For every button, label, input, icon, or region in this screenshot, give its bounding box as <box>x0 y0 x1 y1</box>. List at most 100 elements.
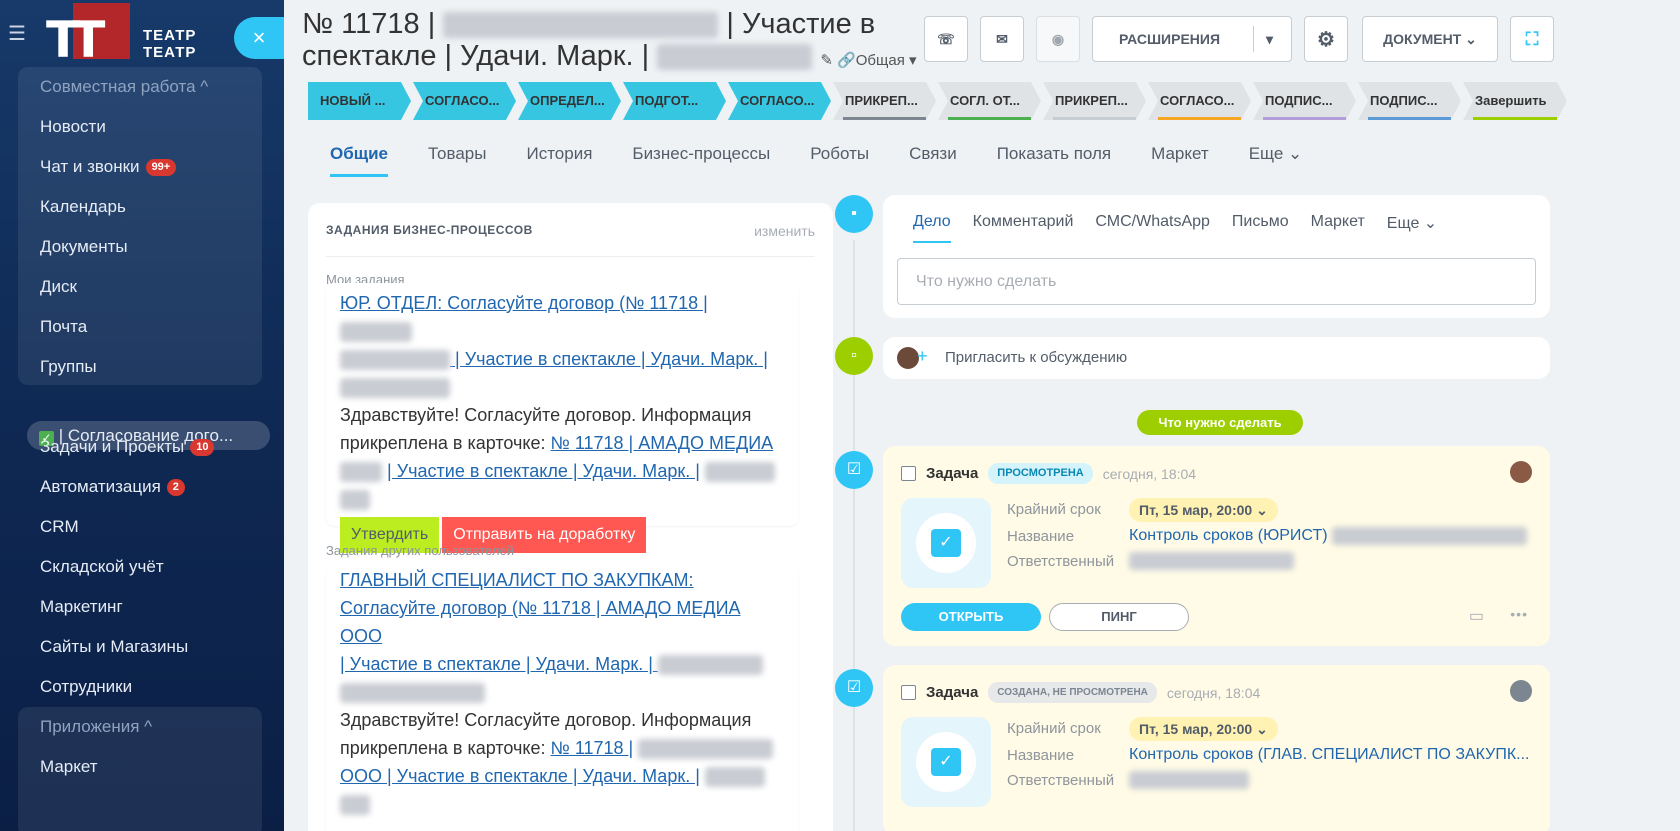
nav-news[interactable]: Новости <box>40 117 106 137</box>
nav-disk[interactable]: Диск <box>40 277 77 297</box>
todo-separator-pill: Что нужно сделать <box>1137 410 1303 435</box>
deal-link[interactable]: | Участие в спектакле | Удачи. Марк. | <box>387 461 700 481</box>
bp-edit-link[interactable]: изменить <box>754 223 815 239</box>
mail-button[interactable]: ✉ <box>980 16 1024 62</box>
activity-tab-email[interactable]: Письмо <box>1232 213 1289 243</box>
activity-tab-market[interactable]: Маркет <box>1311 213 1365 243</box>
stage-10[interactable]: ПОДПИС... <box>1253 82 1356 120</box>
nav-chat[interactable]: Чат и звонки 99+ <box>40 157 177 177</box>
activity-editor: Дело Комментарий СМС/WhatsApp Письмо Мар… <box>883 195 1550 318</box>
nav-automation-label: Автоматизация <box>40 477 161 496</box>
invite-discussion[interactable]: + Пригласить к обсуждению <box>883 337 1550 379</box>
responsible-value[interactable] <box>1129 771 1249 789</box>
stage-8[interactable]: ПРИКРЕП... <box>1043 82 1146 120</box>
document-button[interactable]: ДОКУМЕНТ ⌄ <box>1362 16 1498 62</box>
phone-button[interactable]: ☏ <box>924 16 968 62</box>
stage-6[interactable]: ПРИКРЕП... <box>833 82 936 120</box>
task-checkbox[interactable] <box>901 466 916 481</box>
tab-robots[interactable]: Роботы <box>810 144 869 177</box>
task-checkbox[interactable] <box>901 685 916 700</box>
deadline-value[interactable]: Пт, 15 мар, 20:00 ⌄ <box>1129 717 1278 741</box>
tab-history[interactable]: История <box>526 144 592 177</box>
activity-tabs: Дело Комментарий СМС/WhatsApp Письмо Мар… <box>913 213 1459 243</box>
avatar <box>897 347 919 369</box>
task-link-text: ЮР. ОТДЕЛ: Согласуйте договор (№ 11718 | <box>340 293 708 313</box>
stage-4[interactable]: ПОДГОТ... <box>623 82 726 120</box>
nav-sites[interactable]: Сайты и Магазины <box>40 637 188 657</box>
stage-1[interactable]: НОВЫЙ ... <box>308 82 411 120</box>
stage-7[interactable]: СОГЛ. ОТ... <box>938 82 1041 120</box>
task-thumbnail: ✓ <box>901 498 991 588</box>
task-card: Задача СОЗДАНА, НЕ ПРОСМОТРЕНА сегодня, … <box>883 665 1550 831</box>
more-icon[interactable]: ••• <box>1510 606 1528 622</box>
tab-market[interactable]: Маркет <box>1151 144 1209 177</box>
redacted <box>1129 771 1249 789</box>
title-tag[interactable]: ✎ 🔗Общая ▾ <box>820 52 916 69</box>
close-slider-button[interactable]: × <box>234 17 284 59</box>
responsible-value[interactable] <box>1129 552 1294 570</box>
redacted-amount <box>657 44 813 71</box>
activity-tab-comment[interactable]: Комментарий <box>973 213 1074 243</box>
redacted <box>340 350 450 371</box>
nav-documents[interactable]: Документы <box>40 237 128 257</box>
group-apps-title[interactable]: Приложения ^ <box>40 717 152 737</box>
task-name[interactable]: Контроль сроков (ЮРИСТ) <box>1129 527 1528 545</box>
stage-label: СОГЛАСО... <box>1160 93 1235 108</box>
stage-3[interactable]: ОПРЕДЕЛ... <box>518 82 621 120</box>
tab-general[interactable]: Общие <box>330 144 388 177</box>
activity-tab-sms[interactable]: СМС/WhatsApp <box>1095 213 1210 243</box>
group-collab-title[interactable]: Совместная работа ^ <box>40 77 208 97</box>
open-button[interactable]: ОТКРЫТЬ <box>901 603 1041 631</box>
tab-products[interactable]: Товары <box>428 144 486 177</box>
stage-label: СОГЛАСО... <box>740 93 815 108</box>
menu-icon[interactable]: ☰ <box>8 24 30 44</box>
task-link[interactable]: ГЛАВНЫЙ СПЕЦИАЛИСТ ПО ЗАКУПКАМ: Согласуйт… <box>340 566 784 706</box>
entity-tabs: Общие Товары История Бизнес-процессы Роб… <box>330 144 1342 177</box>
stage-5[interactable]: СОГЛАСО... <box>728 82 831 120</box>
nav-automation[interactable]: Автоматизация 2 <box>40 477 185 497</box>
ping-button[interactable]: ПИНГ <box>1049 603 1189 631</box>
extensions-button[interactable]: РАСШИРЕНИЯ ▾ <box>1092 16 1292 62</box>
activity-tab-more[interactable]: Еще ⌄ <box>1387 213 1437 243</box>
nav-marketing[interactable]: Маркетинг <box>40 597 123 617</box>
task-name[interactable]: Контроль сроков (ГЛАВ. СПЕЦИАЛИСТ ПО ЗАК… <box>1129 746 1529 764</box>
deadline-value[interactable]: Пт, 15 мар, 20:00 ⌄ <box>1129 498 1278 522</box>
extensions-label: РАСШИРЕНИЯ <box>1119 31 1221 47</box>
deal-link[interactable]: № 11718 | АМАДО МЕДИА <box>551 433 774 453</box>
title-line2: спектакле | Удачи. Марк. | <box>302 40 650 72</box>
tab-show-fields[interactable]: Показать поля <box>997 144 1111 177</box>
nav-tasks[interactable]: Задачи и Проекты 10 <box>40 437 215 457</box>
user-icon[interactable] <box>1510 680 1532 702</box>
tab-more[interactable]: Еще ⌄ <box>1249 144 1303 177</box>
nav-crm[interactable]: CRM <box>40 517 79 537</box>
stage-11[interactable]: ПОДПИС... <box>1358 82 1461 120</box>
todo-input[interactable]: Что нужно сделать <box>897 258 1536 305</box>
stage-finish[interactable]: Завершить <box>1463 82 1567 120</box>
nav-employees[interactable]: Сотрудники <box>40 677 132 697</box>
activity-tab-task[interactable]: Дело <box>913 213 951 243</box>
logo[interactable]: TT <box>44 3 140 67</box>
chevron-down-icon[interactable]: ▾ <box>1266 31 1273 48</box>
task-icon: ✓ <box>931 529 961 557</box>
timeline-line <box>853 240 855 831</box>
note-icon[interactable]: ▭ <box>1469 606 1484 626</box>
stage-9[interactable]: СОГЛАСО... <box>1148 82 1251 120</box>
tab-business-processes[interactable]: Бизнес-процессы <box>632 144 770 177</box>
tab-links[interactable]: Связи <box>909 144 957 177</box>
nav-mail[interactable]: Почта <box>40 317 87 337</box>
deal-link[interactable]: № 11718 | <box>551 738 634 758</box>
stage-2[interactable]: СОГЛАСО... <box>413 82 516 120</box>
redacted <box>340 462 382 483</box>
nav-warehouse[interactable]: Складской учёт <box>40 557 164 577</box>
deal-link[interactable]: ООО | Участие в спектакле | Удачи. Марк.… <box>340 766 700 786</box>
task-link[interactable]: ЮР. ОТДЕЛ: Согласуйте договор (№ 11718 |… <box>340 289 784 401</box>
divider <box>1253 26 1254 52</box>
group-collab <box>18 67 262 385</box>
nav-groups[interactable]: Группы <box>40 357 97 377</box>
nav-market[interactable]: Маркет <box>40 757 98 777</box>
avatar[interactable] <box>1510 461 1532 483</box>
fullscreen-button[interactable]: ⛶ <box>1510 16 1554 62</box>
channel-button[interactable]: ◉ <box>1036 16 1080 62</box>
nav-calendar[interactable]: Календарь <box>40 197 126 217</box>
settings-button[interactable]: ⚙ <box>1304 16 1348 62</box>
